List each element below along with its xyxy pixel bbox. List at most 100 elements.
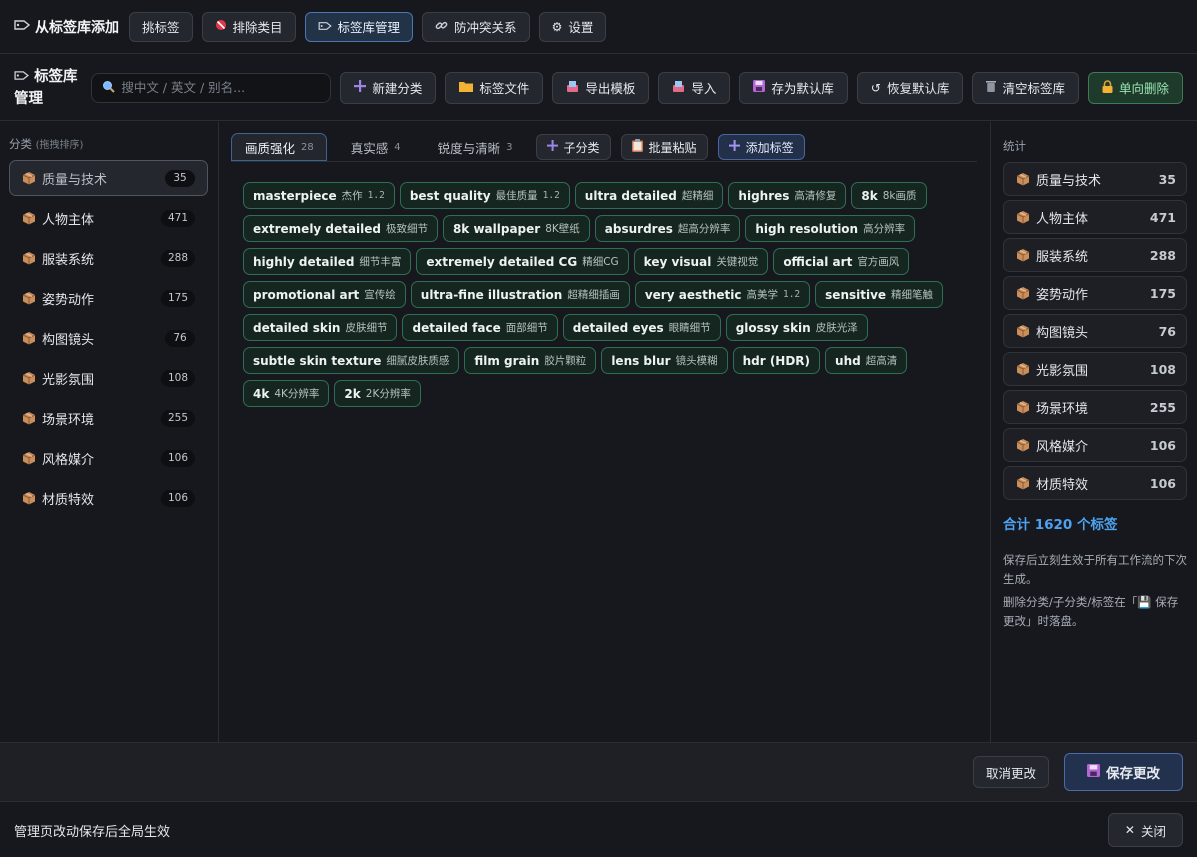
sidebar-category-item[interactable]: 姿势动作 175 xyxy=(9,280,208,316)
tag-chip[interactable]: sensitive 精细笔触 xyxy=(815,281,944,308)
sidebar-category-item[interactable]: 质量与技术 35 xyxy=(9,160,208,196)
tag-chip[interactable]: key visual 关键视觉 xyxy=(633,248,769,275)
tag-chip[interactable]: ultra-fine illustration 超精细插画 xyxy=(410,281,630,308)
category-count-badge: 108 xyxy=(160,369,195,387)
subcategory-tabs: 画质强化 28 真实感 4 锐度与清晰 3 子分类 批量粘贴 添加标签 xyxy=(231,133,977,161)
tag-chip[interactable]: film grain 胶片颗粒 xyxy=(464,347,597,374)
category-name: 构图镜头 xyxy=(42,332,95,348)
sidebar-category-item[interactable]: 材质特效 106 xyxy=(9,480,208,516)
tab-library-management[interactable]: 标签库管理 xyxy=(304,11,414,42)
batch-paste-button[interactable]: 批量粘贴 xyxy=(620,134,708,160)
stats-list: 质量与技术 35 人物主体 471 服装系统 288 姿势动作 175 构图镜头 76 光影氛围 10… xyxy=(1003,162,1187,500)
trash-icon xyxy=(986,80,997,95)
tab-exclude-categories[interactable]: 排除类目 xyxy=(201,11,296,42)
tag-icon xyxy=(318,19,332,34)
tag-chip[interactable]: subtle skin texture 细腻皮肤质感 xyxy=(243,347,460,374)
save-changes-button[interactable]: 保存更改 xyxy=(1064,753,1183,791)
tag-english: absurdres xyxy=(604,221,673,236)
search-box xyxy=(91,72,332,103)
tag-chinese: 超高清 xyxy=(865,355,898,367)
action-bar: 取消更改 保存更改 xyxy=(0,742,1197,802)
tab-subcategory-realism[interactable]: 真实感 4 xyxy=(337,133,414,161)
tag-weight: 1.2 xyxy=(367,190,385,201)
tag-chinese: 关键视觉 xyxy=(716,256,759,268)
tag-chip[interactable]: detailed skin 皮肤细节 xyxy=(243,314,398,341)
tag-chip[interactable]: high resolution 高分辨率 xyxy=(745,215,916,242)
lock-icon xyxy=(1102,79,1113,96)
tag-chip[interactable]: glossy skin 皮肤光泽 xyxy=(725,314,868,341)
tag-chip[interactable]: 8k 8k画质 xyxy=(851,182,927,209)
sidebar-category-item[interactable]: 场景环境 255 xyxy=(9,400,208,436)
tag-chip[interactable]: 4k 4K分辨率 xyxy=(243,380,330,407)
close-button[interactable]: ✕ 关闭 xyxy=(1107,813,1183,847)
tag-chip[interactable]: 8k wallpaper 8K壁纸 xyxy=(442,215,590,242)
tag-chip[interactable]: uhd 超高清 xyxy=(825,347,908,374)
tag-chip[interactable]: highres 高清修复 xyxy=(728,182,847,209)
footer-bar: 管理页改动保存后全局生效 ✕ 关闭 xyxy=(0,803,1197,857)
tag-chip[interactable]: lens blur 镜头模糊 xyxy=(601,347,728,374)
export-template-button[interactable]: 导出模板 xyxy=(552,71,650,104)
tag-chip[interactable]: detailed face 面部细节 xyxy=(402,314,558,341)
add-subcategory-button[interactable]: 子分类 xyxy=(535,134,611,160)
tab-pick-tags[interactable]: 挑标签 xyxy=(129,11,193,42)
add-tag-button[interactable]: 添加标签 xyxy=(717,134,805,160)
category-name: 服装系统 xyxy=(42,252,95,268)
tag-english: uhd xyxy=(835,353,861,368)
tag-chip[interactable]: best quality 最佳质量 1.2 xyxy=(399,182,570,209)
package-icon xyxy=(22,491,36,505)
tab-settings[interactable]: ⚙ 设置 xyxy=(538,11,607,42)
link-icon xyxy=(435,19,448,35)
floppy-disk-icon xyxy=(1087,763,1100,781)
tab-conflict-rules[interactable]: 防冲突关系 xyxy=(422,11,530,42)
tag-chip[interactable]: official art 官方画风 xyxy=(773,248,910,275)
tag-chip[interactable]: very aesthetic 高美学 1.2 xyxy=(634,281,811,308)
tag-chip[interactable]: detailed eyes 眼睛细节 xyxy=(562,314,721,341)
stat-item: 场景环境 255 xyxy=(1003,390,1187,424)
package-icon xyxy=(22,251,36,265)
package-icon xyxy=(1016,210,1030,224)
tag-file-button[interactable]: 标签文件 xyxy=(445,71,544,104)
tag-chip[interactable]: highly detailed 细节丰富 xyxy=(243,248,412,275)
sidebar-category-item[interactable]: 人物主体 471 xyxy=(9,200,208,236)
tab-subcategory-sharpness[interactable]: 锐度与清晰 3 xyxy=(424,133,526,161)
category-count-badge: 35 xyxy=(165,169,195,187)
tag-english: film grain xyxy=(474,353,540,368)
single-delete-button[interactable]: 单向删除 xyxy=(1087,71,1183,104)
tag-chinese: 细节丰富 xyxy=(359,256,402,268)
sidebar-category-item[interactable]: 光影氛围 108 xyxy=(9,360,208,396)
tag-chip[interactable]: ultra detailed 超精细 xyxy=(574,182,724,209)
tag-chip[interactable]: masterpiece 杰作 1.2 xyxy=(243,182,395,209)
tag-chip[interactable]: promotional art 宣传绘 xyxy=(243,281,406,308)
stat-name: 场景环境 xyxy=(1036,401,1089,417)
close-icon: ✕ xyxy=(1124,823,1135,837)
stat-count: 35 xyxy=(1158,171,1176,187)
tag-chinese: 细腻皮肤质感 xyxy=(386,355,450,367)
category-count-badge: 106 xyxy=(160,489,195,507)
sidebar-category-item[interactable]: 构图镜头 76 xyxy=(9,320,208,356)
sidebar-category-item[interactable]: 服装系统 288 xyxy=(9,240,208,276)
category-name: 人物主体 xyxy=(42,212,95,228)
refresh-icon: ↺ xyxy=(870,80,881,95)
new-category-button[interactable]: 新建分类 xyxy=(340,71,437,104)
tag-english: subtle skin texture xyxy=(253,353,382,368)
no-entry-icon xyxy=(215,19,227,34)
stats-total: 合计 1620 个标签 xyxy=(1003,517,1118,533)
search-input[interactable] xyxy=(121,80,321,95)
tag-chip[interactable]: extremely detailed 极致细节 xyxy=(243,215,438,242)
save-as-default-button[interactable]: 存为默认库 xyxy=(739,71,848,104)
tag-english: detailed face xyxy=(412,320,501,335)
tag-icon xyxy=(14,19,31,35)
tab-subcategory-quality[interactable]: 画质强化 28 xyxy=(231,133,327,161)
restore-default-button[interactable]: ↺ 恢复默认库 xyxy=(856,71,964,104)
stat-count: 106 xyxy=(1149,475,1176,491)
sidebar-category-item[interactable]: 风格媒介 106 xyxy=(9,440,208,476)
tag-chip[interactable]: hdr (HDR) xyxy=(732,347,821,374)
package-icon xyxy=(1016,172,1030,186)
tag-chip[interactable]: extremely detailed CG 精细CG xyxy=(416,248,629,275)
package-icon xyxy=(22,371,36,385)
import-button[interactable]: 导入 xyxy=(658,71,731,104)
tag-chip[interactable]: absurdres 超高分辨率 xyxy=(594,215,741,242)
cancel-changes-button[interactable]: 取消更改 xyxy=(972,756,1049,788)
clear-library-button[interactable]: 清空标签库 xyxy=(972,71,1079,104)
tag-chip[interactable]: 2k 2K分辨率 xyxy=(334,380,421,407)
